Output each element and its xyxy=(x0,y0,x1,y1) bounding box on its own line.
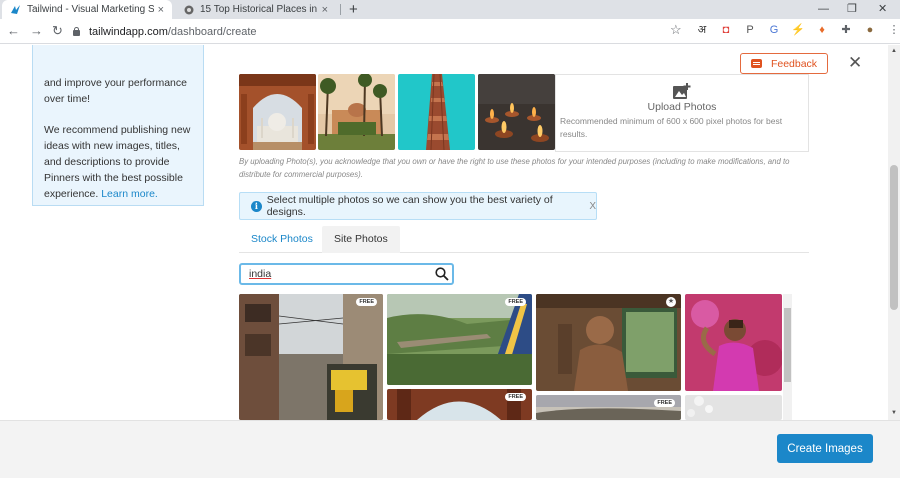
result-photo-street[interactable]: FREE xyxy=(239,294,383,420)
address-bar[interactable]: tailwindapp.com/dashboard/create xyxy=(72,22,692,41)
result-photo-dancer[interactable] xyxy=(685,294,782,391)
tip-paragraph: and improve your performance over time! xyxy=(44,77,187,105)
tab-close-icon[interactable]: × xyxy=(158,4,164,16)
results-scroll-thumb[interactable] xyxy=(784,308,791,382)
pocket-extension-icon[interactable]: ◘ xyxy=(719,23,733,38)
browser-tab-historical-places[interactable]: 15 Top Historical Places in India × xyxy=(176,0,336,19)
minimize-button[interactable]: — xyxy=(818,0,829,19)
feedback-label: Feedback xyxy=(770,57,818,70)
upload-photos-dropzone[interactable]: Upload Photos Recommended minimum of 600… xyxy=(555,74,809,152)
upload-disclaimer: By uploading Photo(s), you acknowledge t… xyxy=(239,157,790,179)
star-icon[interactable]: ★ xyxy=(666,297,676,307)
tab-separator xyxy=(340,4,341,15)
forward-button[interactable]: → xyxy=(30,22,43,40)
tab-title: Tailwind - Visual Marketing Suite xyxy=(27,4,154,15)
search-input[interactable] xyxy=(249,267,429,281)
tab-stock-photos[interactable]: Stock Photos xyxy=(239,226,325,253)
result-photo-man-at-window[interactable]: ★ xyxy=(536,294,681,391)
tip-box: and improve your performance over time! … xyxy=(32,45,204,206)
info-banner-text: Select multiple photos so we can show yo… xyxy=(266,194,553,218)
feedback-button[interactable]: Feedback xyxy=(740,53,828,74)
url-host: tailwindapp.com xyxy=(89,25,168,38)
tab-close-icon[interactable]: × xyxy=(322,4,328,16)
free-badge: FREE xyxy=(505,298,526,306)
puzzle-extensions-icon[interactable]: ✚ xyxy=(839,23,853,38)
lock-icon xyxy=(72,27,81,36)
info-close-icon[interactable]: X xyxy=(589,201,596,212)
info-banner: i Select multiple photos so we can show … xyxy=(239,192,597,220)
site-favicon-icon xyxy=(184,5,194,14)
tab-title: 15 Top Historical Places in India xyxy=(200,4,318,15)
translate-extension-icon[interactable]: G xyxy=(767,23,781,38)
reload-button[interactable]: ↻ xyxy=(52,22,63,40)
result-photo-train-bridge[interactable]: FREE xyxy=(387,294,532,385)
result-photo-taj-arch[interactable]: FREE xyxy=(387,389,532,420)
upload-subtitle: Recommended minimum of 600 x 600 pixel p… xyxy=(560,116,783,139)
tip-paragraph: We recommend publishing new ideas with n… xyxy=(44,122,191,202)
photo-source-tabs: Stock Photos Site Photos xyxy=(239,226,809,253)
add-photo-icon xyxy=(673,83,691,99)
photo-search-box xyxy=(239,263,454,285)
browser-toolbar: ← → ↻ tailwindapp.com/dashboard/create ☆… xyxy=(0,19,900,44)
uploaded-photo-diya-lamps[interactable] xyxy=(478,74,555,150)
new-tab-button[interactable]: + xyxy=(349,0,358,19)
uploaded-photo-palace[interactable] xyxy=(318,74,395,150)
result-photo-flowers[interactable] xyxy=(685,395,782,420)
window-close-button[interactable]: ✕ xyxy=(878,0,887,19)
free-badge: FREE xyxy=(654,399,675,407)
stock-photo-results: FREE FREE ★ FREE FREE xyxy=(239,294,792,420)
browser-tabstrip: Tailwind - Visual Marketing Suite × 15 T… xyxy=(0,0,900,19)
footer-bar: Create Images xyxy=(0,420,900,478)
search-icon[interactable] xyxy=(435,267,449,281)
chat-icon xyxy=(750,59,762,68)
tab-site-photos[interactable]: Site Photos xyxy=(322,226,400,253)
tailwind-logo-icon xyxy=(11,5,20,14)
upload-title: Upload Photos xyxy=(647,101,717,113)
menu-kebab-icon[interactable]: ⋮ xyxy=(887,23,900,38)
uploaded-photo-taj-mahal[interactable] xyxy=(239,74,316,150)
tailwind-extension-icon[interactable]: ⚡ xyxy=(791,23,805,38)
pinterest-extension-icon[interactable]: P xyxy=(743,23,757,38)
scroll-down-icon[interactable]: ▼ xyxy=(891,410,897,416)
free-badge: FREE xyxy=(505,393,526,401)
free-badge: FREE xyxy=(356,298,377,306)
info-icon: i xyxy=(251,200,262,212)
page-scrollbar[interactable]: ▲ ▼ xyxy=(888,45,900,420)
page-scroll-thumb[interactable] xyxy=(890,165,898,310)
result-photo-landscape[interactable]: FREE xyxy=(536,395,681,420)
bookmark-star-icon[interactable]: ☆ xyxy=(670,22,682,38)
url-path: /dashboard/create xyxy=(167,25,257,38)
close-icon[interactable]: ✕ xyxy=(848,53,862,73)
back-button[interactable]: ← xyxy=(7,22,20,40)
create-images-button[interactable]: Create Images xyxy=(777,434,873,463)
maximize-button[interactable]: ❐ xyxy=(847,0,857,19)
learn-more-link[interactable]: Learn more. xyxy=(101,188,158,200)
color-extension-icon[interactable]: ♦ xyxy=(815,23,829,38)
devanagari-extension-icon[interactable]: अ xyxy=(695,23,709,38)
results-scrollbar[interactable] xyxy=(783,294,792,420)
uploaded-photo-qutub-minar[interactable] xyxy=(398,74,475,150)
page-content: and improve your performance over time! … xyxy=(0,45,888,420)
profile-avatar-icon[interactable]: ● xyxy=(863,23,877,38)
scroll-up-icon[interactable]: ▲ xyxy=(891,48,897,54)
browser-tab-tailwind[interactable]: Tailwind - Visual Marketing Suite × xyxy=(2,0,172,19)
